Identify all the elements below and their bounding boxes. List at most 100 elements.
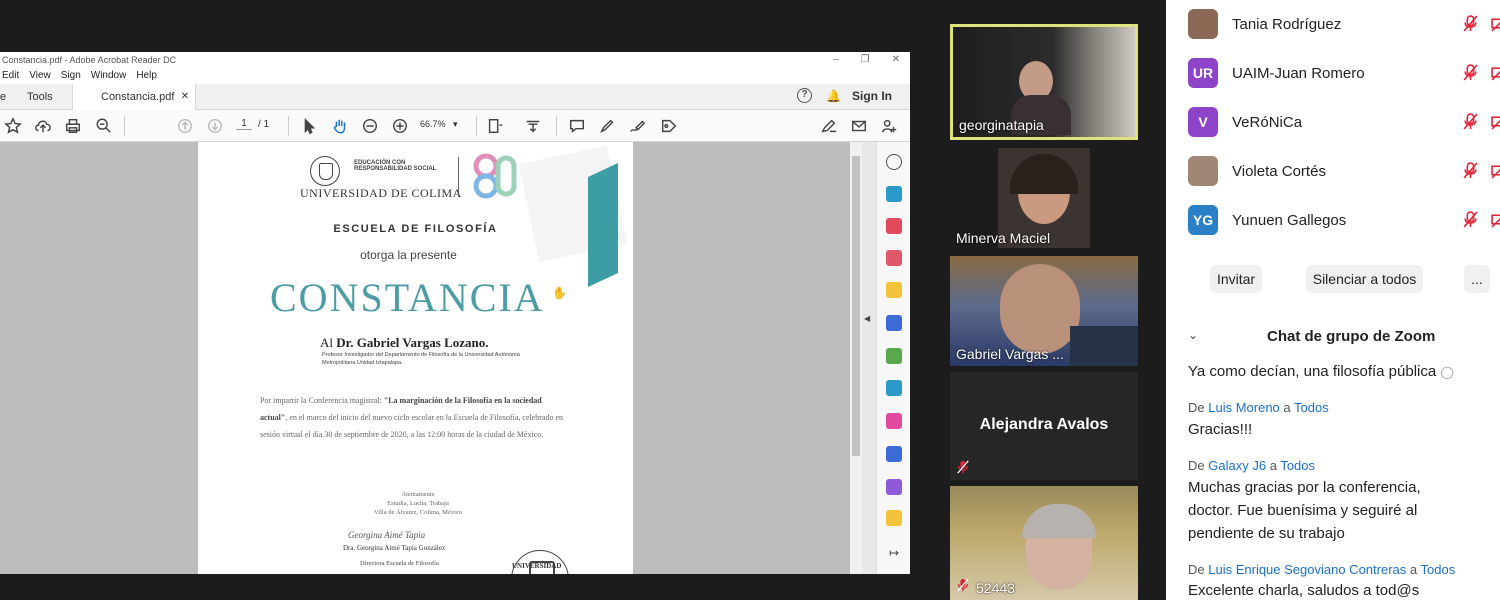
more-tools-icon[interactable] <box>886 510 902 526</box>
zoom-search-icon[interactable] <box>95 117 113 135</box>
invite-button[interactable]: Invitar <box>1210 265 1262 293</box>
handwritten-signature: Georgina Aimé Tapia <box>348 530 426 540</box>
university-name: UNIVERSIDAD DE COLIMA <box>300 186 462 200</box>
bottom-university-label: UNIVERSIDAD <box>512 562 562 570</box>
search-icon[interactable] <box>886 154 902 170</box>
close-tab-icon[interactable]: ✕ <box>181 84 189 110</box>
video-off-icon[interactable] <box>1491 15 1500 32</box>
menu-help[interactable]: Help <box>136 68 157 84</box>
mic-muted-icon[interactable] <box>1462 64 1479 81</box>
acrobat-window: Constancia.pdf - Adobe Acrobat Reader DC… <box>0 52 910 574</box>
pdf-page[interactable]: EDUCACIÓN CON RESPONSABILIDAD SOCIAL UNI… <box>198 142 633 574</box>
video-tile-alejandra[interactable]: Alejandra Avalos <box>950 372 1138 480</box>
mute-all-button[interactable]: Silenciar a todos <box>1306 265 1423 293</box>
recipient-affiliation: Profesor Investigador del Departamento d… <box>322 352 520 366</box>
expand-rail-icon[interactable]: ↦ <box>886 546 902 562</box>
request-signature-icon[interactable] <box>886 479 902 495</box>
star-icon[interactable] <box>4 117 22 135</box>
prev-page-icon[interactable] <box>176 117 194 135</box>
fit-page-icon[interactable] <box>486 117 504 135</box>
fill-sign-tool-icon[interactable] <box>886 413 902 429</box>
zoom-out-icon[interactable] <box>361 117 379 135</box>
to-label: a <box>1283 400 1291 415</box>
tab-tools[interactable]: Tools <box>27 84 53 110</box>
signer-name: Dra. Georgina Aimé Tapia González <box>343 544 446 552</box>
tab-home[interactable]: e <box>0 84 6 110</box>
sign-in-button[interactable]: Sign In <box>852 89 892 103</box>
vertical-scrollbar[interactable] <box>850 142 862 574</box>
help-icon[interactable]: ? <box>797 88 812 103</box>
emoji-icon: ◯ <box>1440 365 1454 379</box>
mic-muted-icon[interactable] <box>1462 15 1479 32</box>
sender-link[interactable]: Galaxy J6 <box>1208 458 1266 473</box>
mic-muted-icon[interactable] <box>1462 113 1479 130</box>
print-icon[interactable] <box>64 117 82 135</box>
menu-edit[interactable]: Edit <box>2 68 19 84</box>
video-tile-52443[interactable]: 52443 <box>950 486 1138 600</box>
compress-icon[interactable] <box>886 380 902 396</box>
video-tile-minerva[interactable]: Minerva Maciel <box>950 146 1138 250</box>
mic-muted-icon[interactable] <box>1462 162 1479 179</box>
export-pdf-icon[interactable] <box>886 186 902 202</box>
draw-icon[interactable] <box>628 117 646 135</box>
scrollbar-thumb[interactable] <box>852 156 860 456</box>
page-number-input[interactable]: 1 <box>236 118 252 130</box>
minimize-icon[interactable]: – <box>833 52 839 68</box>
participant-row[interactable]: Tania Rodríguez <box>1188 9 1341 39</box>
select-cursor-icon[interactable] <box>300 117 318 135</box>
video-off-icon[interactable] <box>1491 162 1500 179</box>
edit-pdf-icon[interactable] <box>886 250 902 266</box>
participant-name: Violeta Cortés <box>1232 162 1326 180</box>
chat-message-meta: De Galaxy J6 a Todos <box>1188 458 1315 473</box>
recipient-link[interactable]: Todos <box>1280 458 1315 473</box>
next-page-icon[interactable] <box>206 117 224 135</box>
recipient-prefix: Al <box>320 335 333 350</box>
scroll-mode-icon[interactable] <box>524 117 542 135</box>
video-off-icon[interactable] <box>1491 211 1500 228</box>
chevron-down-icon[interactable]: ⌄ <box>1188 328 1198 342</box>
tag-icon[interactable] <box>660 117 678 135</box>
fill-sign-icon[interactable] <box>820 117 838 135</box>
share-user-icon[interactable] <box>880 117 898 135</box>
tab-document[interactable]: Constancia.pdf ✕ <box>72 84 196 110</box>
video-off-icon[interactable] <box>1491 64 1500 81</box>
menu-view[interactable]: View <box>29 68 51 84</box>
zoom-in-icon[interactable] <box>391 117 409 135</box>
organize-pages-icon[interactable] <box>886 348 902 364</box>
tile-big-name: Alejandra Avalos <box>979 416 1109 433</box>
more-button[interactable]: ... <box>1464 265 1490 293</box>
collapse-panel-icon[interactable]: ◀ <box>864 314 870 323</box>
bell-icon[interactable]: 🔔 <box>826 89 841 103</box>
video-tile-gabriel[interactable]: Gabriel Vargas ... <box>950 256 1138 366</box>
restore-icon[interactable]: ❐ <box>861 52 870 68</box>
mic-muted-icon[interactable] <box>1462 211 1479 228</box>
video-tile-georginatapia[interactable]: georginatapia <box>950 24 1138 140</box>
create-pdf-icon[interactable] <box>886 218 902 234</box>
participant-status <box>1462 113 1500 130</box>
sender-link[interactable]: Luis Moreno <box>1208 400 1280 415</box>
acrobat-titlebar: Constancia.pdf - Adobe Acrobat Reader DC… <box>0 52 910 68</box>
menu-sign[interactable]: Sign <box>61 68 81 84</box>
close-icon[interactable]: ✕ <box>892 52 900 68</box>
protect-icon[interactable] <box>886 446 902 462</box>
comment-icon[interactable] <box>568 117 586 135</box>
menu-window[interactable]: Window <box>91 68 127 84</box>
sender-link[interactable]: Luis Enrique Segoviano Contreras <box>1208 562 1406 577</box>
participant-row[interactable]: Violeta Cortés <box>1188 156 1326 186</box>
hand-tool-icon[interactable] <box>331 117 349 135</box>
zoom-select[interactable]: 66.7% ▾ <box>420 119 458 130</box>
comment-tool-icon[interactable] <box>886 282 902 298</box>
participant-row[interactable]: UR UAIM-Juan Romero <box>1188 58 1365 88</box>
participant-row[interactable]: YG Yunuen Gallegos <box>1188 205 1346 235</box>
video-off-icon[interactable] <box>1491 113 1500 130</box>
recipient-link[interactable]: Todos <box>1294 400 1329 415</box>
highlight-pen-icon[interactable] <box>598 117 616 135</box>
certificate-title: CONSTANCIA <box>270 275 545 320</box>
zoom-value: 66.7% <box>420 119 446 129</box>
combine-files-icon[interactable] <box>886 315 902 331</box>
participant-row[interactable]: V VeRóNiCa <box>1188 107 1302 137</box>
logo-divider <box>458 157 459 197</box>
mail-icon[interactable] <box>850 117 868 135</box>
upload-icon[interactable] <box>34 117 52 135</box>
recipient-link[interactable]: Todos <box>1421 562 1456 577</box>
